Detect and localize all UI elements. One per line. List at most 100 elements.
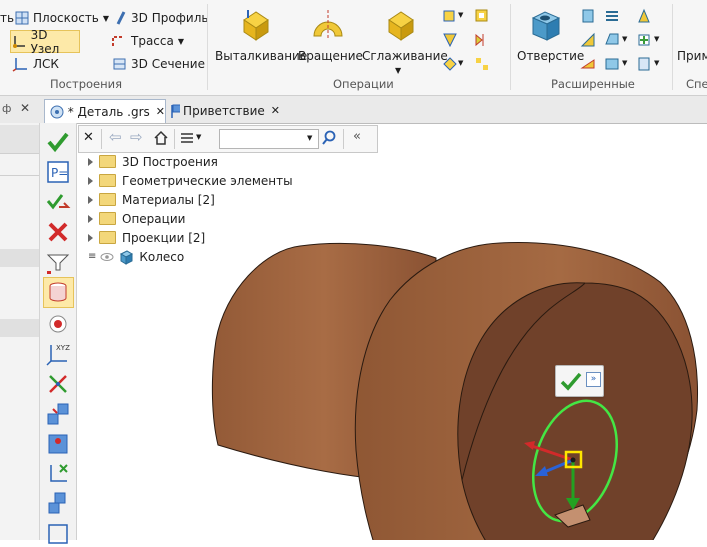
group-separator — [207, 4, 208, 90]
ribbon-cut-label: ть — [0, 11, 15, 25]
rotate-button[interactable]: Вращение — [297, 6, 363, 72]
spring-icon[interactable] — [604, 8, 620, 24]
divider — [0, 175, 39, 176]
tree-item[interactable]: Материалы [2] — [88, 190, 215, 209]
expand-arrow-icon[interactable] — [88, 233, 93, 242]
shell-icon[interactable] — [474, 8, 490, 24]
route-icon — [112, 36, 124, 46]
tree-item-label: Колесо — [139, 249, 185, 264]
chevron-down-icon[interactable]: ▼ — [622, 59, 627, 67]
chevron-down-icon[interactable]: ▼ — [196, 133, 201, 141]
hole-button[interactable]: Отверстие — [515, 6, 584, 72]
section3d-button[interactable]: 3D Сечение — [112, 54, 205, 74]
rib-icon[interactable] — [636, 8, 652, 24]
chevron-down-icon: ▼ — [395, 66, 402, 75]
cylinder-hole-icon[interactable] — [45, 279, 71, 305]
tree-item-label: Операции — [122, 211, 186, 226]
chevron-down-icon[interactable]: ▼ — [307, 134, 312, 142]
panel-close-icon[interactable]: ✕ — [20, 101, 30, 115]
chevron-down-icon[interactable]: ▼ — [654, 35, 659, 43]
folder-icon — [99, 155, 116, 168]
route-button[interactable]: Трасса ▼ — [110, 31, 184, 51]
split-icon[interactable] — [604, 56, 620, 72]
divider — [343, 129, 344, 149]
cancel-icon[interactable] — [45, 219, 71, 245]
sheet-icon[interactable] — [636, 56, 652, 72]
sweep-icon[interactable] — [442, 56, 458, 72]
lcs-button[interactable]: ЛСК — [12, 54, 59, 74]
loft-icon[interactable] — [442, 32, 458, 48]
coordinates-xyz-icon[interactable]: XYZ — [45, 341, 71, 367]
fillet-icon[interactable] — [580, 32, 596, 48]
confirm-icon[interactable] — [560, 371, 582, 391]
tree-item[interactable]: Геометрические элементы — [88, 171, 293, 190]
tree-item[interactable]: 3D Построения — [88, 152, 218, 171]
home-icon[interactable] — [153, 130, 169, 146]
origin-point — [570, 457, 576, 463]
move-point-icon[interactable] — [45, 461, 71, 487]
cut-icon[interactable] — [580, 56, 596, 72]
operations-small-tools: ▼ ▼ — [442, 8, 502, 74]
expand-arrow-icon[interactable] — [88, 214, 93, 223]
profile3d-button[interactable]: 3D Профиль — [114, 8, 208, 28]
expand-arrow-icon[interactable] — [88, 176, 93, 185]
offset-icon[interactable] — [45, 401, 71, 427]
smooth-button[interactable]: Сглаживание ▼ — [361, 6, 448, 80]
extrude-label: Выталкивание — [215, 49, 308, 63]
hole-label: Отверстие — [517, 49, 585, 63]
node3d-button[interactable]: 3D Узел — [10, 28, 80, 56]
folder-icon — [99, 231, 116, 244]
chevron-down-icon[interactable]: ▼ — [458, 59, 463, 67]
apply-and-continue-icon[interactable] — [45, 189, 71, 215]
tab-part[interactable]: * Деталь .grs ✕ — [44, 99, 166, 123]
expand-icon[interactable]: » — [586, 372, 601, 387]
list-icon[interactable] — [179, 130, 195, 146]
tree-item-body[interactable]: ≡ Колесо — [88, 247, 184, 266]
drag-handle-icon[interactable]: ≡ — [88, 251, 96, 262]
plane-button[interactable]: Плоскость ▼ — [14, 8, 109, 28]
eye-icon[interactable] — [100, 251, 114, 263]
collapse-panel-icon[interactable]: « — [353, 129, 361, 144]
confirm-icon[interactable] — [45, 129, 71, 155]
lcs-icon — [12, 58, 27, 72]
thread-icon[interactable] — [580, 8, 596, 24]
boolean-icon[interactable] — [442, 8, 458, 24]
profile3d-label: 3D Профиль — [131, 11, 209, 25]
chevron-down-icon[interactable]: ▼ — [622, 35, 627, 43]
panel-pin-icon[interactable]: ф — [2, 102, 11, 115]
selection-filter-icon[interactable] — [45, 249, 71, 275]
parameters-icon[interactable]: P= — [45, 159, 71, 185]
search-icon[interactable] — [321, 130, 337, 146]
folder-icon — [99, 212, 116, 225]
frame-icon[interactable] — [45, 521, 71, 547]
pattern-icon[interactable] — [474, 56, 490, 72]
search-input[interactable]: ▼ — [219, 129, 319, 149]
panel-header — [0, 249, 39, 267]
chamfer-icon[interactable] — [604, 32, 620, 48]
intersection-icon[interactable] — [45, 371, 71, 397]
smooth-icon — [388, 11, 414, 41]
forward-arrow-icon[interactable]: ⇨ — [130, 128, 143, 146]
extrude-button[interactable]: Выталкивание — [214, 6, 307, 72]
face-point-icon[interactable] — [45, 431, 71, 457]
mirror-icon[interactable] — [474, 32, 490, 48]
route-label: Трасса — [131, 34, 174, 48]
close-icon[interactable]: ✕ — [156, 105, 165, 118]
tab-welcome[interactable]: Приветствие ✕ — [168, 99, 280, 122]
section-3d-icon — [113, 58, 126, 70]
chevron-down-icon[interactable]: ▼ — [458, 11, 463, 19]
expand-arrow-icon[interactable] — [88, 157, 93, 166]
close-icon[interactable]: ✕ — [271, 104, 280, 117]
chevron-down-icon[interactable]: ▼ — [654, 59, 659, 67]
tree-item[interactable]: Операции — [88, 209, 185, 228]
point-icon[interactable] — [45, 311, 71, 337]
profile-3d-icon — [116, 11, 126, 25]
tree-item-label: 3D Построения — [122, 154, 218, 169]
back-arrow-icon[interactable]: ⇦ — [109, 128, 122, 146]
close-icon[interactable]: ✕ — [83, 130, 94, 145]
copy-body-icon[interactable] — [45, 491, 71, 517]
tree-item[interactable]: Проекции [2] — [88, 228, 205, 247]
expand-arrow-icon[interactable] — [88, 195, 93, 204]
draft-icon[interactable] — [636, 32, 652, 48]
apply-cut-label[interactable]: Прим — [677, 49, 707, 63]
